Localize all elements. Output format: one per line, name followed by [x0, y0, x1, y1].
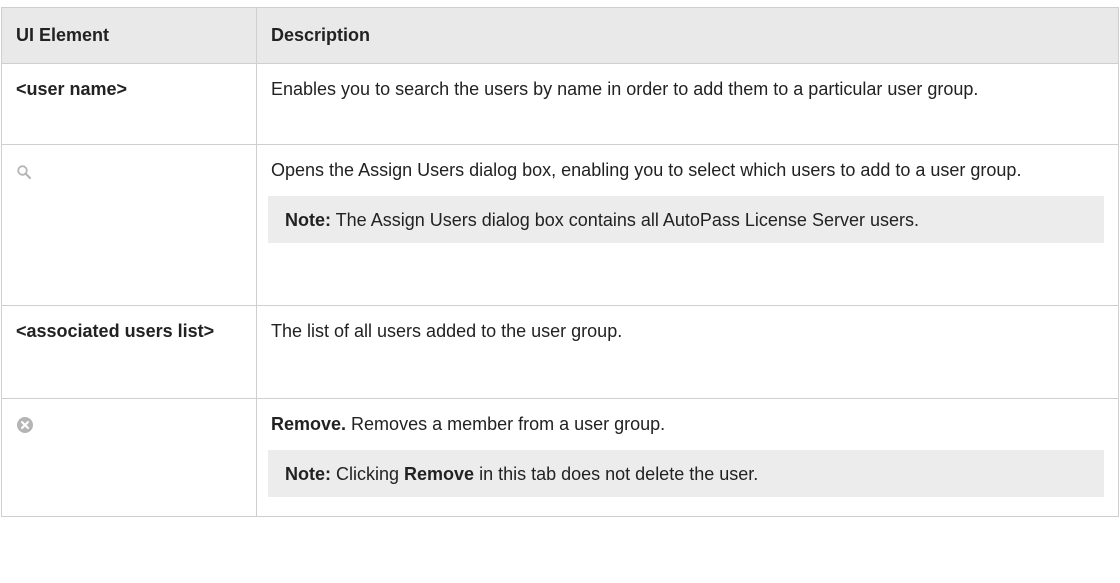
table-row: <user name> Enables you to search the us… — [1, 63, 1119, 145]
note-box: Note: Clicking Remove in this tab does n… — [268, 450, 1104, 497]
note-suffix: in this tab does not delete the user. — [474, 464, 759, 484]
note-prefix: Clicking — [331, 464, 405, 484]
note-label: Note: — [285, 464, 331, 484]
element-remove-icon-cell — [1, 398, 257, 517]
remove-label: Remove. — [271, 414, 347, 434]
element-search-icon-cell — [1, 144, 257, 306]
header-description: Description — [256, 7, 1119, 64]
remove-icon[interactable] — [16, 415, 34, 442]
table-header-row: UI Element Description — [1, 7, 1119, 64]
table-row: Remove. Removes a member from a user gro… — [1, 398, 1119, 517]
header-ui-element: UI Element — [1, 7, 257, 64]
note-text: The Assign Users dialog box contains all… — [331, 210, 919, 230]
ui-element-table: UI Element Description <user name> Enabl… — [1, 7, 1119, 517]
search-icon[interactable] — [16, 161, 32, 188]
note-label: Note: — [285, 210, 331, 230]
description-text: Opens the Assign Users dialog box, enabl… — [271, 160, 1022, 180]
description-associated-users-list: The list of all users added to the user … — [256, 305, 1119, 399]
note-remove-keyword: Remove — [404, 464, 475, 484]
element-user-name: <user name> — [1, 63, 257, 145]
description-remove: Remove. Removes a member from a user gro… — [256, 398, 1119, 517]
note-box: Note: The Assign Users dialog box contai… — [268, 196, 1104, 243]
element-associated-users-list: <associated users list> — [1, 305, 257, 399]
table-row: <associated users list> The list of all … — [1, 305, 1119, 399]
table-row: Opens the Assign Users dialog box, enabl… — [1, 144, 1119, 306]
remove-description: Removes a member from a user group. — [346, 414, 666, 434]
description-text: Remove. Removes a member from a user gro… — [271, 411, 1104, 438]
description-search: Opens the Assign Users dialog box, enabl… — [256, 144, 1119, 306]
description-user-name: Enables you to search the users by name … — [256, 63, 1119, 145]
